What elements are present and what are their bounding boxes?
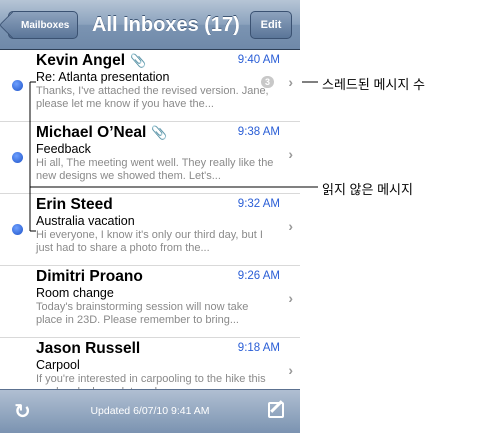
- message-row[interactable]: Dimitri Proano 9:26 AM Room change Today…: [0, 266, 300, 338]
- message-subject: Carpool: [36, 358, 80, 372]
- unread-dot-icon: [12, 80, 23, 91]
- message-row[interactable]: Jason Russell 9:18 AM Carpool If you're …: [0, 338, 300, 389]
- message-preview: Hi all, The meeting went well. They real…: [36, 157, 274, 182]
- bottom-toolbar: ↻ Updated 6/07/10 9:41 AM: [0, 389, 300, 433]
- sender-name: Erin Steed: [36, 196, 113, 213]
- message-time: 9:32 AM: [237, 198, 280, 210]
- sender-name: Jason Russell: [36, 340, 141, 357]
- page-title: All Inboxes (17): [92, 14, 240, 36]
- unread-dot-icon: [12, 152, 23, 163]
- message-row[interactable]: Erin Steed 9:32 AM Australia vacation Hi…: [0, 194, 300, 266]
- message-preview: Hi everyone, I know it's only our third …: [36, 229, 263, 254]
- mailboxes-back-button[interactable]: Mailboxes: [8, 11, 79, 39]
- message-time: 9:18 AM: [237, 342, 280, 354]
- edit-button[interactable]: Edit: [250, 11, 292, 39]
- message-subject: Feedback: [36, 142, 91, 156]
- unread-dot-icon: [12, 224, 23, 235]
- message-subject: Re: Atlanta presentation: [36, 70, 170, 84]
- compose-icon[interactable]: [268, 402, 284, 418]
- message-row[interactable]: Kevin Angel 📎 9:40 AM Re: Atlanta present…: [0, 50, 300, 122]
- chevron-right-icon: ›: [288, 290, 293, 306]
- mail-screen: Mailboxes All Inboxes (17) Edit Kevin An…: [0, 0, 300, 433]
- chevron-right-icon: ›: [288, 218, 293, 234]
- sender-name: Dimitri Proano: [36, 268, 143, 285]
- message-row[interactable]: Michael O’Neal 📎 9:38 AM Feedback Hi all,…: [0, 122, 300, 194]
- message-preview: If you're interested in carpooling to th…: [36, 373, 266, 389]
- refresh-icon[interactable]: ↻: [14, 399, 31, 424]
- updated-status: Updated 6/07/10 9:41 AM: [90, 405, 210, 417]
- attachment-paperclip-icon: 📎: [130, 53, 147, 68]
- thread-count-badge: 3: [260, 76, 274, 88]
- thread-count-callout: 스레드된 메시지 수: [322, 77, 425, 92]
- back-button-label: Mailboxes: [21, 20, 70, 31]
- message-preview: Thanks, I've attached the revised versio…: [36, 85, 269, 110]
- message-time: 9:26 AM: [237, 270, 280, 282]
- message-subject: Australia vacation: [36, 214, 135, 228]
- attachment-paperclip-icon: 📎: [151, 125, 168, 140]
- message-time: 9:40 AM: [237, 54, 280, 66]
- message-subject: Room change: [36, 286, 114, 300]
- sender-name: Kevin Angel: [36, 52, 125, 69]
- navigation-bar: Mailboxes All Inboxes (17) Edit: [0, 0, 300, 50]
- message-time: 9:38 AM: [237, 126, 280, 138]
- chevron-right-icon: ›: [288, 74, 293, 90]
- chevron-right-icon: ›: [288, 146, 293, 162]
- sender-name: Michael O’Neal: [36, 124, 147, 141]
- message-preview: Today's brainstorming session will now t…: [36, 301, 249, 326]
- unread-callout: 읽지 않은 메시지: [322, 182, 413, 197]
- chevron-right-icon: ›: [288, 362, 293, 378]
